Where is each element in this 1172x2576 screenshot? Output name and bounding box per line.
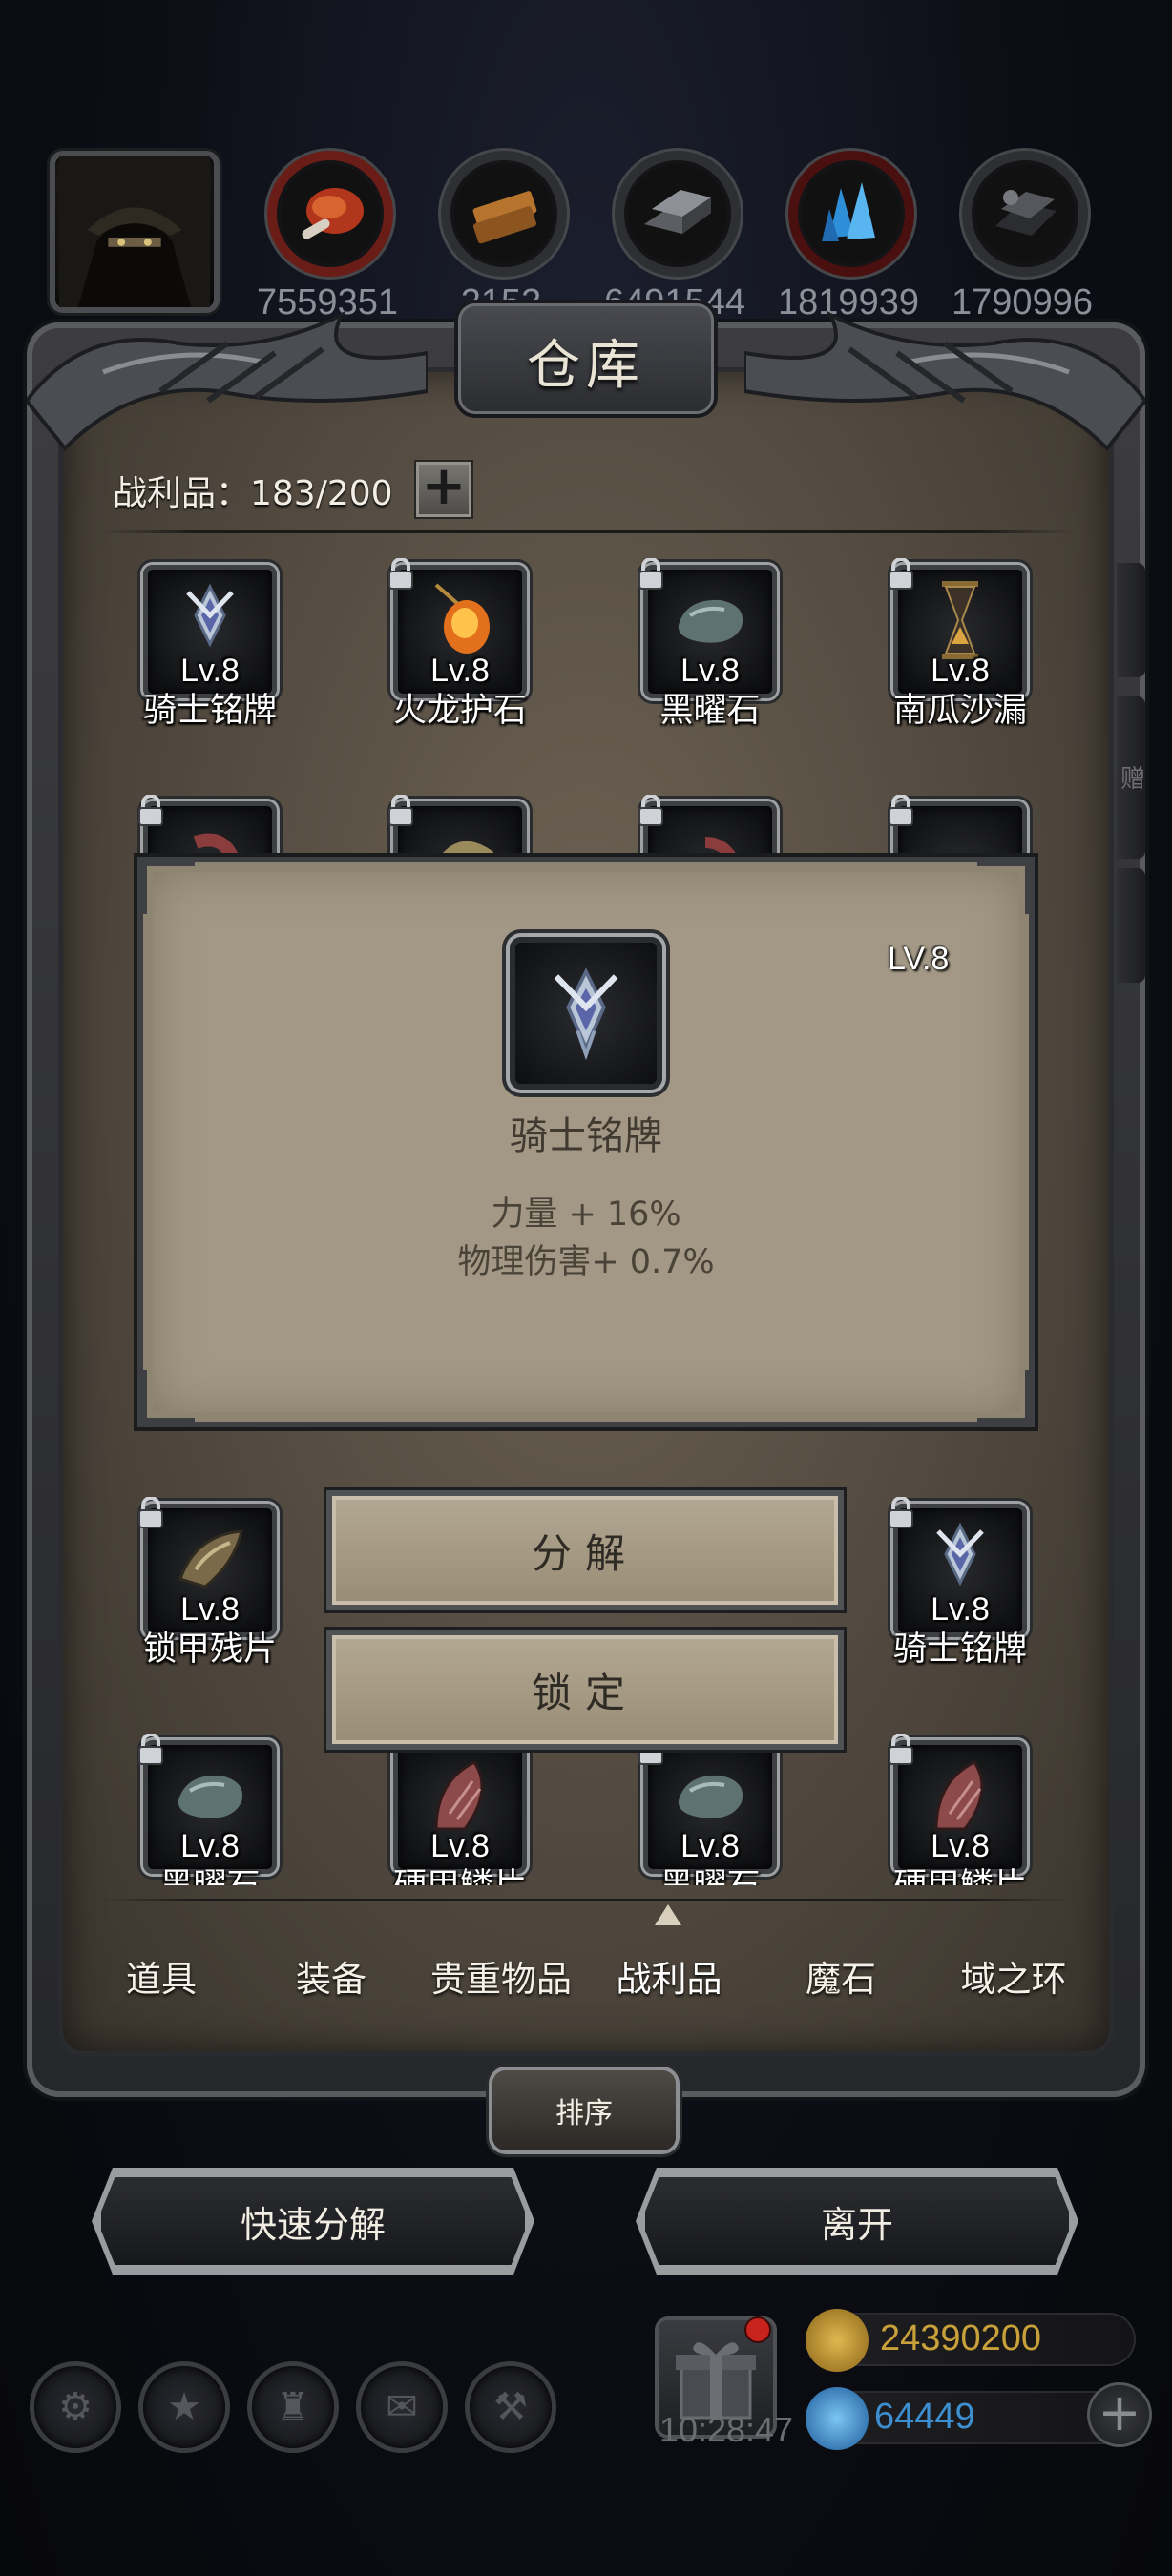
lock-icon — [638, 795, 663, 826]
knight-badge-icon — [186, 583, 234, 648]
pumpkin-hourglass-icon — [942, 581, 978, 659]
decompose-button[interactable]: 分解 — [326, 1490, 844, 1610]
tab-valuables[interactable]: 贵重物品 — [410, 1950, 592, 2013]
item-slot[interactable] — [388, 795, 527, 864]
item-slot[interactable] — [638, 795, 777, 864]
tab-props[interactable]: 道具 — [80, 1950, 242, 2013]
gold-amount: 24390200 — [880, 2318, 1042, 2358]
item-slot[interactable]: Lv.8 — [638, 1734, 777, 1874]
lock-icon — [638, 558, 663, 590]
item-name: 黑曜石 — [605, 1859, 815, 1885]
gem-amount: 64449 — [874, 2397, 975, 2437]
item-name: 黑曜石 — [105, 1859, 315, 1885]
expand-capacity-button[interactable]: + — [416, 460, 471, 517]
iron-ingot-resource-icon[interactable] — [615, 151, 741, 277]
obsidian-stone-icon — [178, 1775, 243, 1818]
item-name: 骑士铭牌 — [892, 1631, 1027, 1669]
lock-icon — [889, 1734, 913, 1765]
dragon-crest-left-ornament — [27, 310, 428, 451]
popup-item-name: 骑士铭牌 — [510, 1114, 662, 1158]
knight-badge-icon — [936, 1522, 984, 1587]
item-name: 黑曜石 — [659, 692, 761, 730]
lock-icon — [889, 558, 913, 590]
fire-dragon-amulet-icon — [434, 583, 490, 654]
sort-button[interactable]: 排序 — [492, 2070, 676, 2150]
popup-item-icon-frame — [510, 937, 662, 1090]
tabs-divider — [99, 1899, 1073, 1901]
popup-corner-ornament — [977, 1370, 1035, 1427]
popup-corner-ornament — [977, 857, 1035, 914]
item-slot[interactable]: Lv.8 — [889, 1734, 1027, 1874]
add-currency-button[interactable]: + — [1090, 2385, 1149, 2444]
lock-icon — [138, 1734, 163, 1765]
lock-icon — [138, 795, 163, 826]
lock-button[interactable]: 锁定 — [326, 1630, 844, 1750]
item-slot[interactable]: Lv.8 — [889, 1497, 1027, 1637]
tab-magic-stone[interactable]: 魔石 — [760, 1950, 922, 2013]
game-clock: 10:28:47 — [659, 2410, 794, 2449]
item-slot[interactable]: Lv.8 — [393, 1740, 527, 1874]
loot-capacity-label: 战利品：183/200 — [113, 474, 393, 513]
item-name: 骑士铭牌 — [142, 692, 277, 730]
chainmail-fragment-icon — [178, 1529, 243, 1589]
quick-decompose-button[interactable]: 快速分解 — [97, 2173, 529, 2269]
item-slot[interactable]: Lv.8 — [388, 558, 527, 698]
item-slot[interactable] — [889, 795, 1027, 864]
item-name: 南瓜沙漏 — [892, 692, 1027, 730]
lock-icon — [388, 795, 413, 826]
gold-coin-icon — [806, 2309, 869, 2372]
blue-crystal-resource-icon[interactable] — [788, 151, 914, 277]
item-name: 锁甲残片 — [142, 1631, 277, 1669]
hooded-character-portrait-icon — [59, 156, 210, 307]
lock-icon — [889, 1497, 913, 1528]
item-row-partial — [134, 788, 1050, 864]
active-tab-indicator-icon — [655, 1904, 681, 1925]
hammer-icon[interactable]: ⚒ — [470, 2366, 552, 2448]
star-badge-icon[interactable]: ★ — [143, 2366, 225, 2448]
item-slot[interactable]: Lv.8 — [889, 558, 1027, 698]
item-slot[interactable]: Lv.8 — [143, 565, 277, 698]
side-tab-gift[interactable]: 赠 — [1117, 696, 1145, 859]
knight-badge-icon — [554, 967, 618, 1061]
wood-plank-resource-icon[interactable] — [441, 151, 567, 277]
notification-dot — [746, 2318, 769, 2341]
tab-domain-ring[interactable]: 域之环 — [928, 1950, 1099, 2013]
popup-stat-strength: 力量 + 16% — [491, 1195, 681, 1234]
header-divider — [99, 530, 1073, 533]
item-slot[interactable]: Lv.8 — [138, 1497, 277, 1637]
item-slot[interactable] — [138, 795, 277, 864]
popup-stat-physical-damage: 物理伤害+ 0.7% — [457, 1243, 715, 1281]
lock-icon — [889, 795, 913, 826]
red-meat-resource-icon[interactable] — [267, 151, 393, 277]
item-name: 硬甲鳞片 — [855, 1859, 1065, 1885]
item-name: 火龙护石 — [392, 692, 527, 730]
popup-item-level: LV.8 — [888, 941, 950, 977]
side-tab-upper[interactable] — [1117, 563, 1145, 677]
leave-button[interactable]: 离开 — [641, 2173, 1073, 2269]
lock-icon — [388, 558, 413, 590]
dragon-crest-right-ornament — [744, 310, 1145, 451]
dark-ore-resource-icon[interactable] — [962, 151, 1088, 277]
tab-equipment[interactable]: 装备 — [250, 1950, 412, 2013]
guild-emblem-icon[interactable]: ♜ — [252, 2366, 334, 2448]
blue-gem-icon — [806, 2387, 869, 2450]
item-slot[interactable]: Lv.8 — [138, 1734, 277, 1874]
tab-loot[interactable]: 战利品 — [588, 1950, 750, 2013]
item-slot[interactable]: Lv.8 — [638, 558, 777, 698]
side-tab-lower[interactable] — [1117, 868, 1145, 983]
hard-armor-scale-icon — [434, 1760, 484, 1831]
lock-icon — [138, 1497, 163, 1528]
mail-icon[interactable]: ✉ — [361, 2366, 443, 2448]
item-name: 硬甲鳞片 — [355, 1859, 565, 1885]
obsidian-stone-icon — [678, 1775, 743, 1818]
page-title: 仓库 — [527, 335, 645, 397]
hard-armor-scale-icon — [934, 1760, 984, 1831]
obsidian-stone-icon — [678, 599, 743, 643]
popup-corner-ornament — [137, 857, 195, 914]
settings-gear-icon[interactable]: ⚙ — [34, 2366, 116, 2448]
popup-corner-ornament — [137, 1370, 195, 1427]
